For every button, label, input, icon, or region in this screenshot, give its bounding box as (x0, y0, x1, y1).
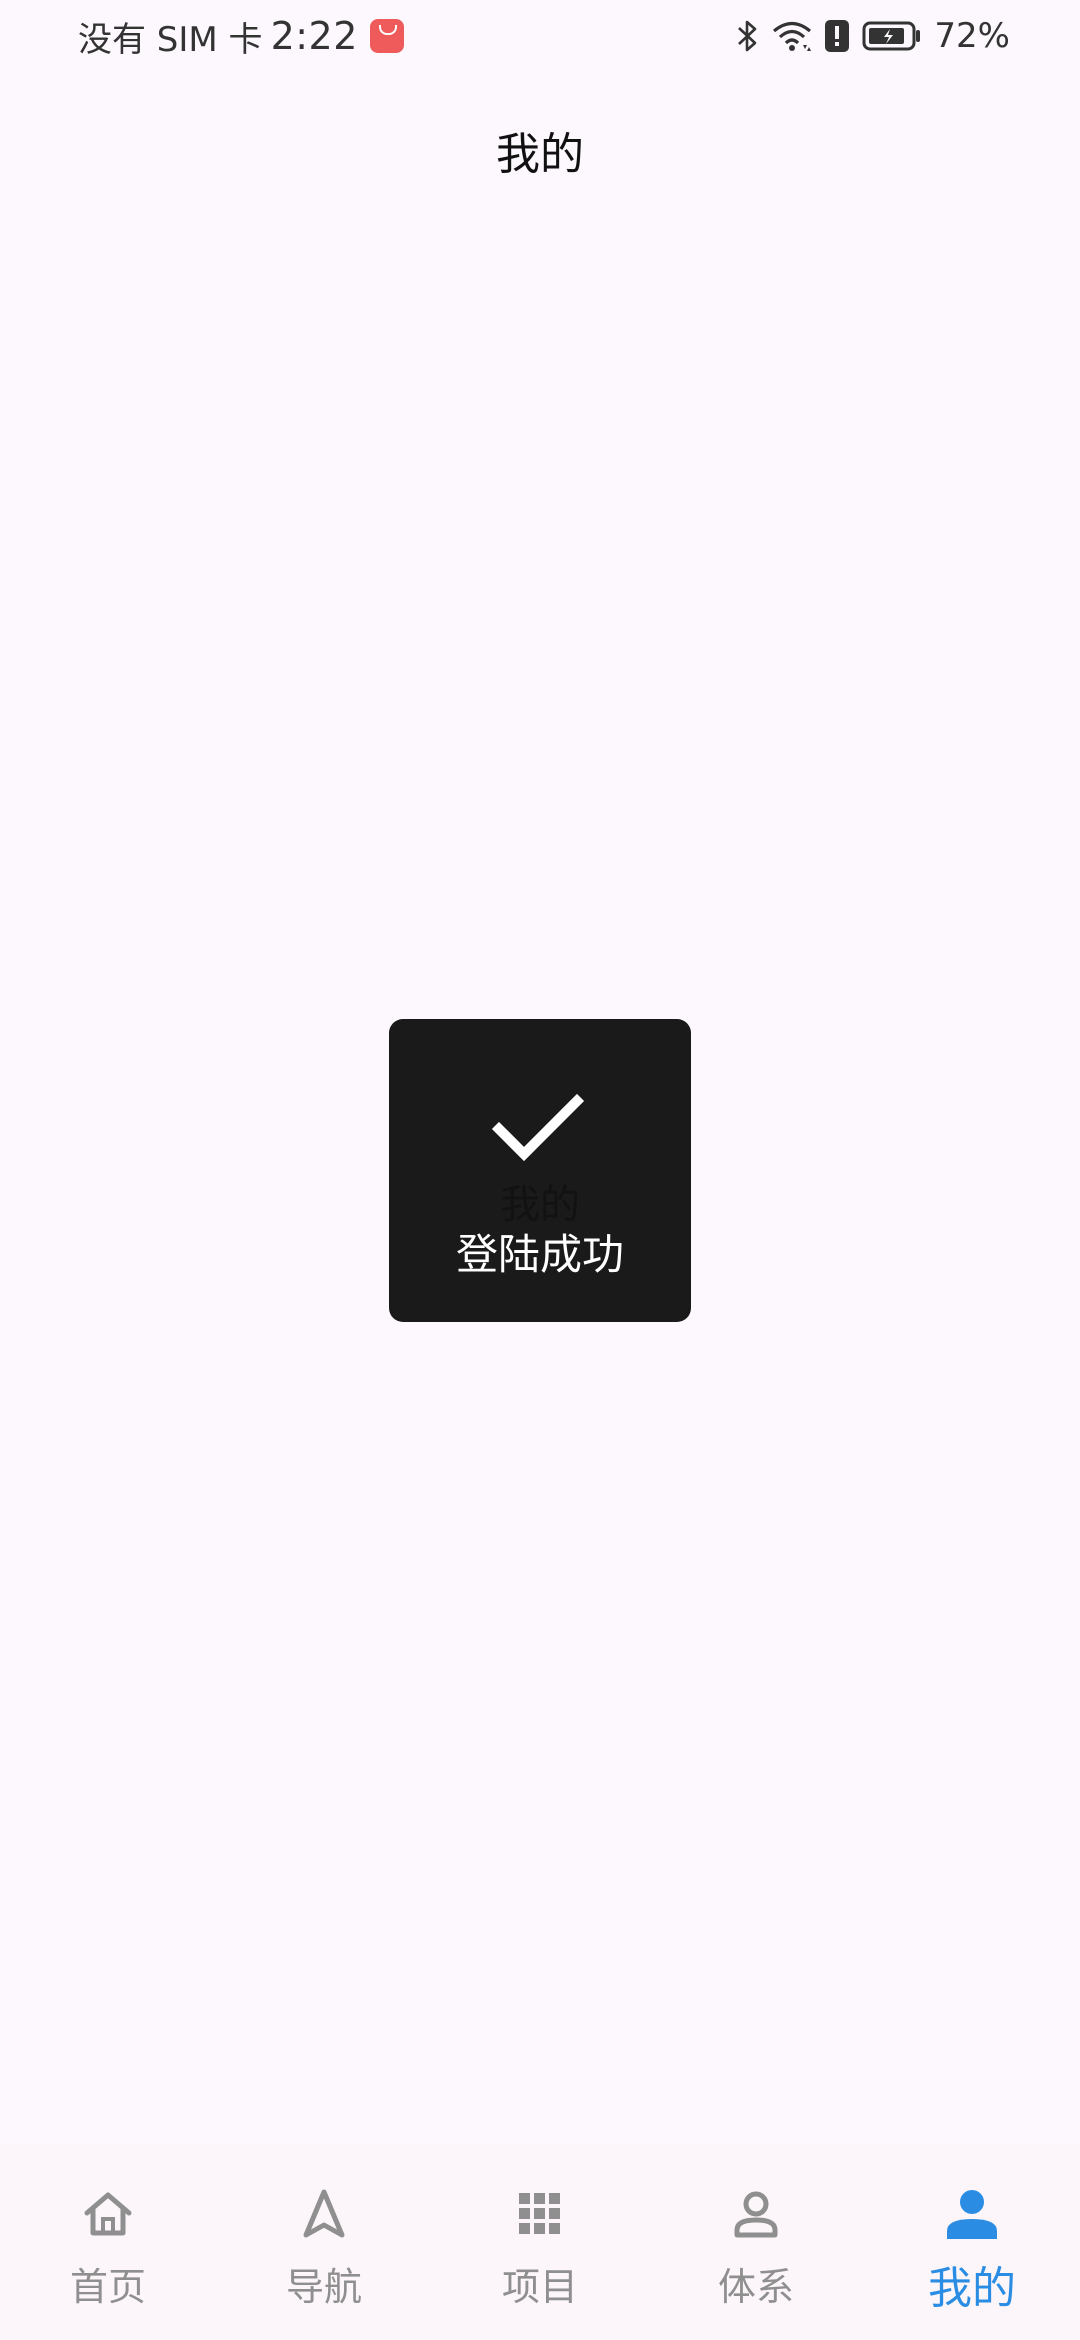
nav-label-navigation: 导航 (285, 2265, 362, 2309)
nav-item-projects[interactable]: 项目 (432, 2144, 648, 2340)
nav-label-system: 体系 (717, 2265, 794, 2309)
person-filled-icon (944, 2186, 1000, 2242)
nav-item-navigation[interactable]: 导航 (216, 2144, 432, 2340)
status-time: 2:22 (270, 14, 358, 58)
grid-icon (512, 2186, 568, 2242)
toast-message: 登陆成功 (455, 1230, 624, 1279)
alert-icon (824, 19, 850, 53)
nav-label-home: 首页 (69, 2265, 146, 2309)
nav-item-mine[interactable]: 我的 (864, 2144, 1080, 2340)
battery-icon (862, 20, 922, 52)
title-bar: 我的 (0, 110, 1080, 200)
status-right: 72% (736, 12, 1010, 60)
navigation-icon (296, 2186, 352, 2242)
status-bar: 没有 SIM 卡 2:22 72% (0, 0, 1080, 72)
toast: 我的 登陆成功 (389, 1019, 691, 1322)
person-outline-icon (728, 2186, 784, 2242)
checkmark-icon (489, 1089, 589, 1173)
nav-label-mine: 我的 (928, 2263, 1016, 2314)
nav-label-projects: 项目 (501, 2265, 578, 2309)
nav-item-home[interactable]: 首页 (0, 2144, 216, 2340)
carrier-text: 没有 SIM 卡 (78, 19, 263, 60)
battery-percent: 72% (934, 16, 1010, 56)
wifi-icon (772, 19, 812, 53)
bluetooth-icon (736, 19, 760, 53)
status-left: 没有 SIM 卡 2:22 (78, 12, 404, 60)
bottom-nav: 首页 导航 项目 体系 我的 (0, 2144, 1080, 2340)
app-badge-icon (369, 19, 404, 53)
nav-item-system[interactable]: 体系 (648, 2144, 864, 2340)
page-title: 我的 (496, 129, 584, 180)
home-icon (80, 2186, 136, 2242)
